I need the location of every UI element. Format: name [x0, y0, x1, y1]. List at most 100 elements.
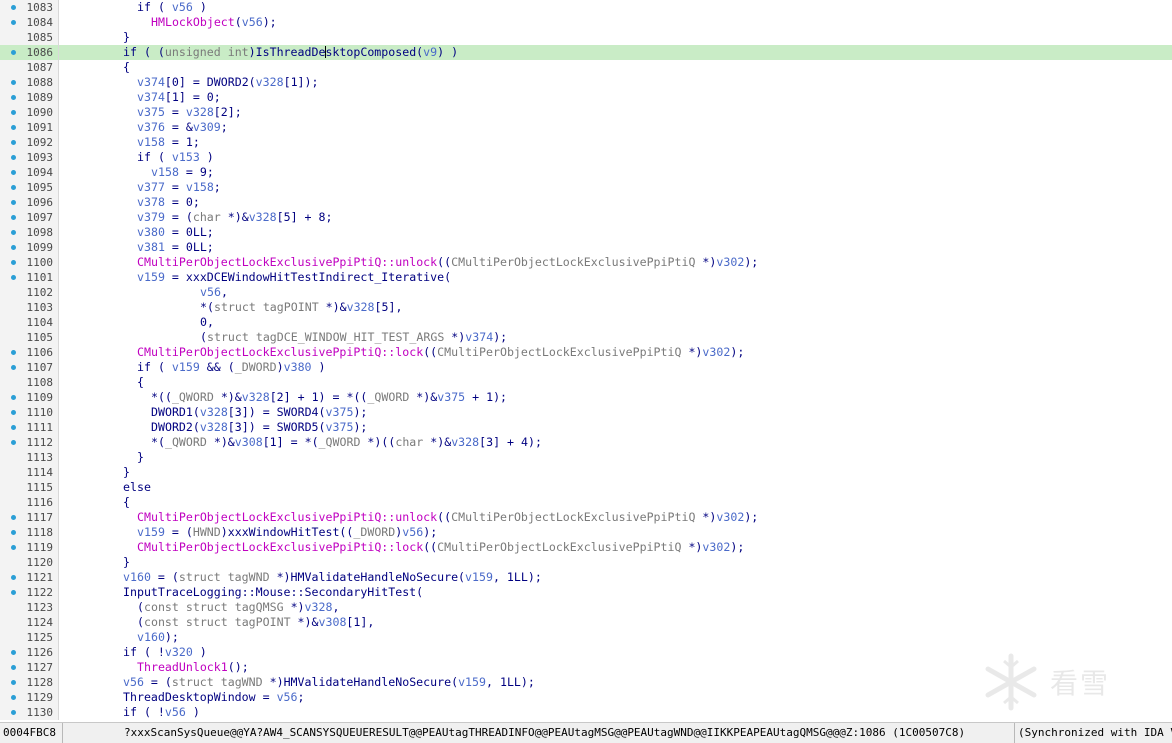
code-text[interactable]: v160 = (struct tagWND *)HMValidateHandle…: [123, 570, 542, 585]
variable-token[interactable]: v328: [256, 75, 284, 89]
code-line[interactable]: 1100 CMultiPerObjectLockExclusivePpiPtiQ:…: [0, 255, 1172, 270]
variable-token[interactable]: v328: [186, 105, 214, 119]
code-text[interactable]: if ( (unsigned int)IsThreadDesktopCompos…: [123, 45, 458, 60]
variable-token[interactable]: v56: [172, 0, 193, 14]
line-gutter[interactable]: 1121: [0, 570, 59, 585]
code-line[interactable]: 1112 *(_QWORD *)&v308[1] = *(_QWORD *)((c…: [0, 435, 1172, 450]
variable-token[interactable]: v159: [137, 525, 165, 539]
code-text[interactable]: InputTraceLogging::Mouse::SecondaryHitTe…: [123, 585, 423, 600]
code-text[interactable]: *(struct tagPOINT *)&v328[5],: [200, 300, 402, 315]
code-line[interactable]: 1103 *(struct tagPOINT *)&v328[5],: [0, 300, 1172, 315]
line-gutter[interactable]: 1108: [0, 375, 59, 390]
code-line[interactable]: 1088 v374[0] = DWORD2(v328[1]);: [0, 75, 1172, 90]
code-line[interactable]: 1085}: [0, 30, 1172, 45]
line-gutter[interactable]: 1100: [0, 255, 59, 270]
function-token[interactable]: CMultiPerObjectLockExclusivePpiPtiQ::unl…: [137, 510, 437, 524]
code-text[interactable]: v374[1] = 0;: [137, 90, 221, 105]
line-gutter[interactable]: 1085: [0, 30, 59, 45]
code-text[interactable]: v374[0] = DWORD2(v328[1]);: [137, 75, 319, 90]
variable-token[interactable]: v56: [123, 675, 144, 689]
line-gutter[interactable]: 1098: [0, 225, 59, 240]
variable-token[interactable]: v375: [326, 405, 354, 419]
type-token[interactable]: CMultiPerObjectLockExclusivePpiPtiQ: [451, 510, 695, 524]
line-gutter[interactable]: 1123: [0, 600, 59, 615]
variable-token[interactable]: v302: [702, 540, 730, 554]
type-token[interactable]: struct tagWND: [172, 675, 263, 689]
variable-token[interactable]: v308: [319, 615, 347, 629]
variable-token[interactable]: v375: [437, 390, 465, 404]
code-line[interactable]: 1109 *((_QWORD *)&v328[2] + 1) = *((_QWOR…: [0, 390, 1172, 405]
code-line[interactable]: 1104 0,: [0, 315, 1172, 330]
code-line[interactable]: 1092 v158 = 1;: [0, 135, 1172, 150]
variable-token[interactable]: v376: [137, 120, 165, 134]
variable-token[interactable]: v302: [716, 255, 744, 269]
pseudocode-view[interactable]: 1083 if ( v56 ) 1084 HMLockObject(v56); 1085…: [0, 0, 1172, 722]
type-token[interactable]: struct tagWND: [179, 570, 270, 584]
variable-token[interactable]: v328: [249, 210, 277, 224]
variable-token[interactable]: v56: [200, 285, 221, 299]
code-text[interactable]: }: [123, 465, 130, 480]
variable-token[interactable]: v328: [200, 405, 228, 419]
code-text[interactable]: DWORD2(v328[3]) = SWORD5(v375);: [151, 420, 367, 435]
code-line[interactable]: 1108 {: [0, 375, 1172, 390]
line-gutter[interactable]: 1095: [0, 180, 59, 195]
line-gutter[interactable]: 1083: [0, 0, 59, 15]
line-gutter[interactable]: 1125: [0, 630, 59, 645]
type-token[interactable]: _QWORD: [367, 390, 409, 404]
line-gutter[interactable]: 1116: [0, 495, 59, 510]
code-line[interactable]: 1093 if ( v153 ): [0, 150, 1172, 165]
variable-token[interactable]: v158: [151, 165, 179, 179]
variable-token[interactable]: v309: [193, 120, 221, 134]
code-line[interactable]: 1113}: [0, 450, 1172, 465]
type-token[interactable]: HWND: [193, 525, 221, 539]
type-token[interactable]: _DWORD: [235, 360, 277, 374]
code-text[interactable]: v375 = v328[2];: [137, 105, 242, 120]
line-gutter[interactable]: 1094: [0, 165, 59, 180]
code-line[interactable]: 1089 v374[1] = 0;: [0, 90, 1172, 105]
code-line[interactable]: 1091 v376 = &v309;: [0, 120, 1172, 135]
code-text[interactable]: *((_QWORD *)&v328[2] + 1) = *((_QWORD *)…: [151, 390, 507, 405]
code-text[interactable]: (const struct tagQMSG *)v328,: [137, 600, 339, 615]
variable-token[interactable]: v328: [242, 390, 270, 404]
code-line[interactable]: 1111 DWORD2(v328[3]) = SWORD5(v375);: [0, 420, 1172, 435]
line-gutter[interactable]: 1117: [0, 510, 59, 525]
code-line[interactable]: 1121 v160 = (struct tagWND *)HMValidateHa…: [0, 570, 1172, 585]
code-text[interactable]: CMultiPerObjectLockExclusivePpiPtiQ::unl…: [137, 255, 758, 270]
code-text[interactable]: }: [137, 450, 144, 465]
code-text[interactable]: 0,: [200, 315, 214, 330]
code-text[interactable]: v159 = xxxDCEWindowHitTestIndirect_Itera…: [137, 270, 451, 285]
variable-token[interactable]: v56: [165, 705, 186, 719]
type-token[interactable]: CMultiPerObjectLockExclusivePpiPtiQ: [437, 345, 681, 359]
code-line[interactable]: 1102 v56,: [0, 285, 1172, 300]
code-text[interactable]: {: [123, 495, 130, 510]
code-line[interactable]: 1094 v158 = 9;: [0, 165, 1172, 180]
variable-token[interactable]: v320: [165, 645, 193, 659]
type-token[interactable]: const struct tagQMSG: [144, 600, 284, 614]
line-gutter[interactable]: 1092: [0, 135, 59, 150]
function-token[interactable]: HMLockObject: [151, 15, 235, 29]
type-token[interactable]: struct tagDCE_WINDOW_HIT_TEST_ARGS: [207, 330, 444, 344]
variable-token[interactable]: v160: [123, 570, 151, 584]
line-gutter[interactable]: 1122: [0, 585, 59, 600]
code-text[interactable]: ThreadUnlock1();: [137, 660, 249, 675]
code-text[interactable]: else: [123, 480, 151, 495]
line-gutter[interactable]: 1103: [0, 300, 59, 315]
function-token[interactable]: ThreadUnlock1: [137, 660, 228, 674]
line-gutter[interactable]: 1086: [0, 45, 59, 60]
variable-token[interactable]: v328: [347, 300, 375, 314]
function-token[interactable]: CMultiPerObjectLockExclusivePpiPtiQ::loc…: [137, 540, 423, 554]
code-line[interactable]: 1114}: [0, 465, 1172, 480]
line-gutter[interactable]: 1110: [0, 405, 59, 420]
code-line[interactable]: 1115 else: [0, 480, 1172, 495]
code-line[interactable]: 1117 CMultiPerObjectLockExclusivePpiPtiQ:…: [0, 510, 1172, 525]
variable-token[interactable]: v56: [277, 690, 298, 704]
code-line[interactable]: 1127 ThreadUnlock1();: [0, 660, 1172, 675]
variable-token[interactable]: v381: [137, 240, 165, 254]
code-text[interactable]: v158 = 9;: [151, 165, 214, 180]
type-token[interactable]: char: [395, 435, 423, 449]
type-token[interactable]: struct tagPOINT: [214, 300, 319, 314]
variable-token[interactable]: v302: [702, 345, 730, 359]
code-line[interactable]: 1090 v375 = v328[2];: [0, 105, 1172, 120]
code-line[interactable]: 1124 (const struct tagPOINT *)&v308[1],: [0, 615, 1172, 630]
code-text[interactable]: if ( v159 && (_DWORD)v380 ): [137, 360, 326, 375]
